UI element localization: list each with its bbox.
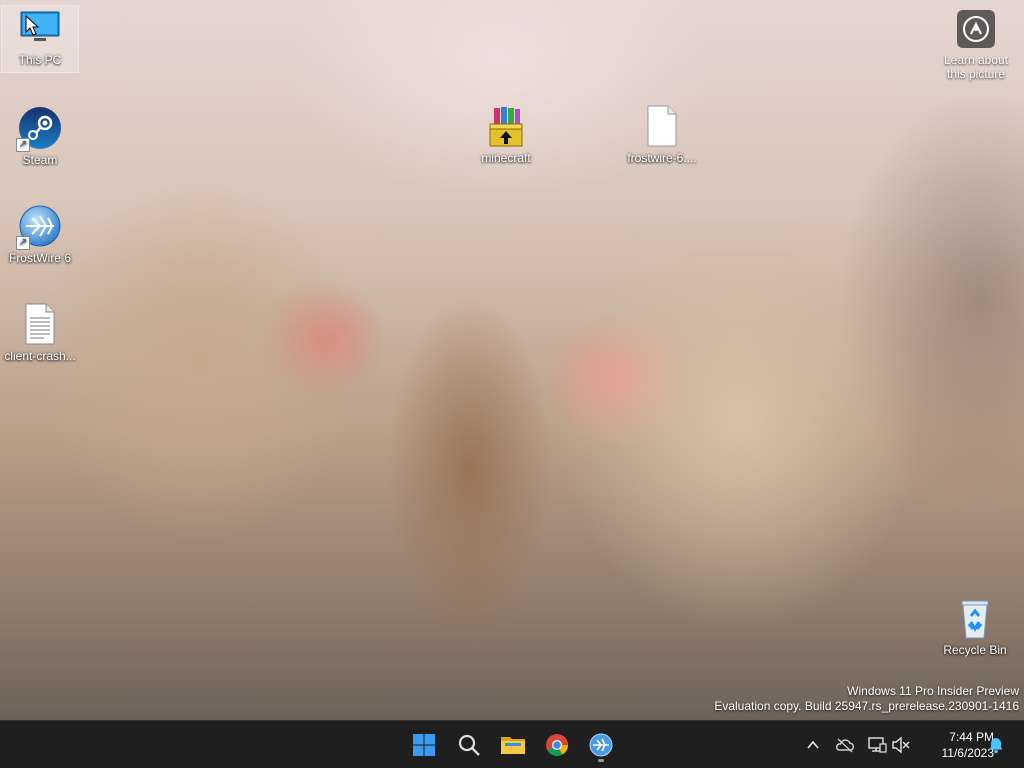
file-explorer-icon (501, 737, 525, 754)
clock-date: 11/6/2023 (941, 746, 995, 760)
file-explorer-button[interactable] (495, 727, 531, 763)
shortcut-arrow-icon: ↗ (16, 236, 30, 250)
watermark-line2: Evaluation copy. Build 25947.rs_prerelea… (714, 699, 1019, 713)
onedrive-cloud-icon (835, 738, 855, 753)
onedrive-button[interactable] (833, 733, 857, 757)
desktop-icon-steam[interactable]: ↗ Steam (2, 106, 78, 167)
taskbar: 7:44 PM 11/6/2023 (0, 720, 1024, 768)
desktop-icon-label: This PC (18, 53, 62, 67)
monitor-icon (18, 6, 62, 50)
watermark-line1: Windows 11 Pro Insider Preview (847, 684, 1019, 698)
desktop-icon-frostwire-file[interactable]: frostwire-6.... (624, 104, 700, 165)
learn-about-picture-button[interactable]: Learn about this picture (936, 10, 1016, 81)
desktop-icon-recycle-bin[interactable]: Recycle Bin (937, 596, 1013, 657)
desktop-icon-this-pc[interactable]: This PC (1, 5, 79, 73)
evaluation-watermark: Windows 11 Pro Insider Preview Evaluatio… (714, 684, 1019, 714)
notifications-button[interactable] (984, 733, 1008, 757)
chrome-button[interactable] (539, 727, 575, 763)
frostwire-icon: ↗ (16, 204, 62, 250)
volume-button[interactable] (889, 733, 913, 757)
desktop-icon-label: Steam (22, 153, 58, 167)
bell-icon (989, 738, 1003, 754)
camera-aperture-icon (957, 10, 995, 48)
clock-time: 7:44 PM (949, 730, 994, 744)
desktop-icon-label: minecraft (481, 151, 531, 165)
winrar-archive-icon (484, 104, 528, 148)
network-button[interactable] (865, 733, 889, 757)
blank-file-icon (640, 104, 684, 148)
steam-icon: ↗ (16, 106, 62, 152)
desktop-icon-client-crash[interactable]: client-crash... (2, 302, 78, 363)
frostwire-taskbar-button[interactable] (583, 727, 619, 763)
show-hidden-icons-button[interactable] (801, 733, 825, 757)
learn-about-line1: Learn about (943, 53, 1009, 67)
desktop-icon-frostwire[interactable]: ↗ FrostWire 6 (2, 204, 78, 265)
search-icon (458, 734, 480, 756)
frostwire-icon (589, 733, 613, 757)
start-button[interactable] (406, 727, 442, 763)
search-button[interactable] (451, 727, 487, 763)
desktop-icon-label: client-crash... (4, 349, 76, 363)
running-indicator (598, 759, 604, 762)
learn-about-line2: this picture (946, 67, 1006, 81)
clock-button[interactable]: 7:44 PM 11/6/2023 (918, 729, 995, 761)
chevron-up-icon (807, 740, 819, 749)
volume-muted-icon (892, 736, 910, 754)
desktop-background[interactable]: This PC ↗ Steam ↗ FrostWire 6 client-cra… (0, 0, 1024, 720)
desktop-icon-minecraft[interactable]: minecraft (468, 104, 544, 165)
windows-start-icon (413, 734, 435, 756)
desktop-icon-label: frostwire-6.... (627, 151, 697, 165)
chrome-icon (546, 734, 568, 756)
desktop-icon-label: Recycle Bin (943, 643, 1007, 657)
text-file-icon (18, 302, 62, 346)
network-icon (868, 737, 887, 753)
desktop-icon-label: FrostWire 6 (8, 251, 71, 265)
shortcut-arrow-icon: ↗ (16, 138, 30, 152)
recycle-bin-icon (953, 596, 997, 640)
